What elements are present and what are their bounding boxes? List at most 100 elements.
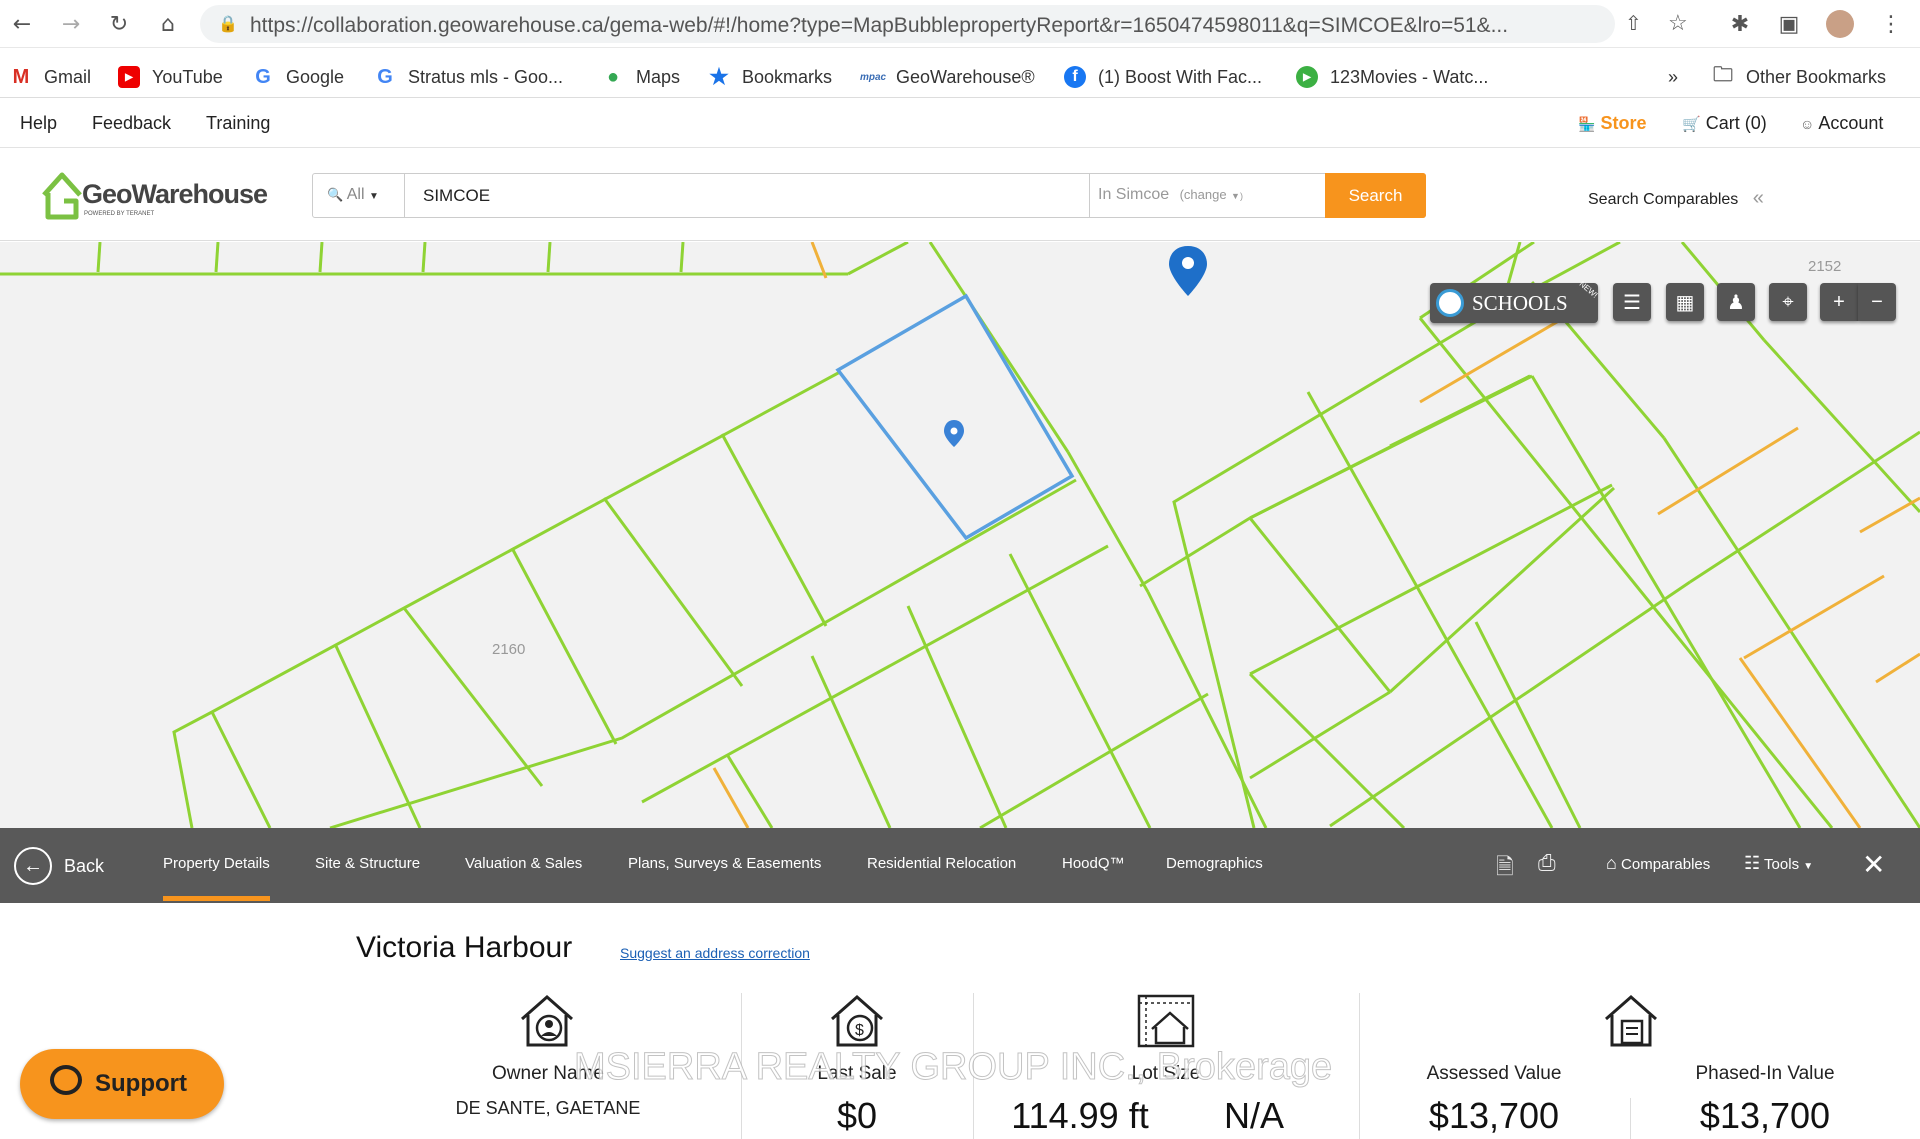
- search-scope-select[interactable]: 🔍 All ▼: [313, 174, 405, 217]
- maps-pin-icon: ●: [606, 65, 620, 88]
- profile-avatar[interactable]: [1826, 10, 1854, 38]
- tab-demographics[interactable]: Demographics: [1166, 855, 1263, 872]
- bookmark-bookmarks[interactable]: ★ Bookmarks: [708, 62, 832, 92]
- print-icon[interactable]: ⎙: [1538, 850, 1556, 876]
- back-circle-icon[interactable]: ←: [14, 847, 52, 885]
- tab-property-details[interactable]: Property Details: [163, 855, 270, 872]
- address-bar[interactable]: 🔒 https://collaboration.geowarehouse.ca/…: [200, 5, 1688, 43]
- tab-site-structure[interactable]: Site & Structure: [315, 855, 420, 872]
- search-button[interactable]: Search: [1325, 173, 1426, 218]
- tab-plans-surveys[interactable]: Plans, Surveys & Easements: [628, 855, 821, 872]
- phased-in-value: $13,700: [1699, 1095, 1831, 1136]
- chevron-down-icon: ▼: [1803, 861, 1814, 872]
- last-sale-icon: $: [831, 995, 883, 1047]
- parcel-label: 2152: [1808, 258, 1842, 275]
- tools-button[interactable]: ☷ Tools ▼: [1744, 853, 1813, 874]
- lock-icon: 🔒: [218, 16, 238, 33]
- owner-name-label: Owner Name: [492, 1063, 604, 1084]
- store-link[interactable]: 🏪 Store: [1578, 113, 1646, 134]
- geowarehouse-logo[interactable]: GeoWarehouse POWERED BY TERANET: [40, 171, 270, 221]
- back-arrow-icon[interactable]: ←: [6, 8, 38, 40]
- star-icon: ★: [709, 64, 729, 89]
- account-link[interactable]: ☺ Account: [1800, 113, 1883, 134]
- bookmark-youtube[interactable]: ▶ YouTube: [118, 62, 223, 92]
- property-details-panel: Victoria Harbour Suggest an address corr…: [0, 903, 1920, 1139]
- bookmark-facebook[interactable]: f (1) Boost With Fac...: [1064, 62, 1262, 92]
- owner-house-icon: [521, 995, 573, 1047]
- close-icon[interactable]: ✕: [1862, 848, 1885, 881]
- zoom-in-icon[interactable]: +: [1820, 283, 1858, 321]
- suggest-address-link[interactable]: Suggest an address correction: [620, 945, 810, 961]
- comparables-button[interactable]: ⌂ Comparables: [1606, 853, 1710, 874]
- pdf-icon[interactable]: 🗎: [1496, 850, 1514, 888]
- bookmark-geowarehouse[interactable]: mpac GeoWarehouse®: [859, 62, 1035, 92]
- active-tab-indicator: [163, 896, 270, 901]
- facebook-icon: f: [1064, 66, 1086, 88]
- divider: [741, 993, 742, 1139]
- divider: [1359, 993, 1360, 1139]
- bookmark-maps[interactable]: ● Maps: [602, 62, 680, 92]
- assessed-value-label: Assessed Value: [1426, 1063, 1562, 1084]
- street-view-icon[interactable]: ♟: [1717, 283, 1755, 321]
- owner-name-value: DE SANTE, GAETANE: [455, 1098, 641, 1118]
- locate-icon[interactable]: ⌖: [1769, 283, 1807, 321]
- bookmark-gmail[interactable]: M Gmail: [10, 62, 91, 92]
- assessed-value: $13,700: [1428, 1095, 1560, 1136]
- tab-hoodq[interactable]: HoodQ™: [1062, 855, 1125, 872]
- schools-button[interactable]: SCHOOLS NEW!: [1430, 279, 1599, 323]
- assessment-house-icon: [1605, 995, 1657, 1047]
- menu-kebab-icon[interactable]: ⋮: [1875, 8, 1907, 40]
- bookmark-stratus[interactable]: G Stratus mls - Goo...: [374, 62, 563, 92]
- bookmark-123movies[interactable]: ▶ 123Movies - Watc...: [1296, 62, 1488, 92]
- support-button[interactable]: Support: [20, 1049, 224, 1119]
- lot-size-depth-value: N/A: [1223, 1095, 1284, 1136]
- schools-logo-icon: [1436, 289, 1464, 317]
- svg-text:$: $: [855, 1022, 864, 1039]
- bookmark-star-icon[interactable]: ☆: [1668, 10, 1688, 36]
- lot-size-frontage-value: 114.99 ft: [1011, 1095, 1149, 1136]
- reload-icon[interactable]: ↻: [103, 8, 135, 40]
- share-icon[interactable]: ⇧: [1625, 11, 1642, 36]
- tab-valuation-sales[interactable]: Valuation & Sales: [465, 855, 582, 872]
- store-icon: 🏪: [1578, 116, 1596, 132]
- search-bar: 🔍 All ▼ SIMCOE In Simcoe (change ▼) Sear…: [312, 173, 1426, 218]
- mpac-icon: mpac: [859, 71, 887, 83]
- site-top-nav: Help Feedback Training 🏪 Store 🛒 Cart (0…: [0, 100, 1920, 148]
- zoom-out-icon[interactable]: −: [1858, 283, 1896, 321]
- app-header: GeoWarehouse POWERED BY TERANET 🔍 All ▼ …: [0, 149, 1920, 241]
- comparables-icon: ⌂: [1606, 853, 1617, 873]
- search-result-pin-icon: [1169, 246, 1207, 296]
- cart-icon: 🛒: [1682, 116, 1701, 133]
- bookmark-google[interactable]: G Google: [252, 62, 344, 92]
- tab-search-icon[interactable]: ▣: [1773, 8, 1805, 40]
- user-icon: ☺: [1800, 116, 1815, 132]
- forward-arrow-icon[interactable]: →: [55, 8, 87, 40]
- logo-text: GeoWarehouse: [82, 179, 268, 209]
- back-button[interactable]: Back: [64, 856, 104, 877]
- google-icon: G: [255, 65, 271, 88]
- extensions-icon[interactable]: ✱: [1724, 8, 1756, 40]
- bookmarks-bar: M Gmail ▶ YouTube G Google G Stratus mls - G…: [0, 56, 1920, 98]
- bookmarks-overflow[interactable]: »: [1668, 62, 1678, 92]
- layers-icon[interactable]: ☰: [1613, 283, 1651, 321]
- search-input[interactable]: SIMCOE: [423, 186, 490, 206]
- cart-link[interactable]: 🛒 Cart (0): [1682, 113, 1767, 134]
- home-icon[interactable]: ⌂: [152, 8, 184, 40]
- divider: [973, 993, 974, 1139]
- url-text: https://collaboration.geowarehouse.ca/ge…: [250, 14, 1509, 37]
- search-comparables-link[interactable]: Search Comparables «: [1588, 187, 1764, 210]
- map-view-icon[interactable]: ▦: [1666, 283, 1704, 321]
- training-link[interactable]: Training: [206, 113, 270, 134]
- parcel-map[interactable]: 2152 2160 SCHOOLS NEW! ☰ ▦ ♟ ⌖ + −: [0, 242, 1920, 828]
- help-link[interactable]: Help: [20, 113, 57, 134]
- logo-subtext: POWERED BY TERANET: [84, 211, 155, 217]
- tools-icon: ☷: [1744, 853, 1761, 873]
- phased-in-value-label: Phased-In Value: [1695, 1063, 1835, 1084]
- feedback-link[interactable]: Feedback: [92, 113, 171, 134]
- lot-size-icon: [1137, 994, 1195, 1048]
- tab-residential-relocation[interactable]: Residential Relocation: [867, 855, 1016, 872]
- location-filter[interactable]: In Simcoe (change ▼): [1089, 174, 1325, 217]
- change-location-link[interactable]: (change: [1180, 187, 1227, 202]
- house-logo-icon: [42, 172, 82, 220]
- other-bookmarks[interactable]: 🗀 Other Bookmarks: [1712, 62, 1886, 92]
